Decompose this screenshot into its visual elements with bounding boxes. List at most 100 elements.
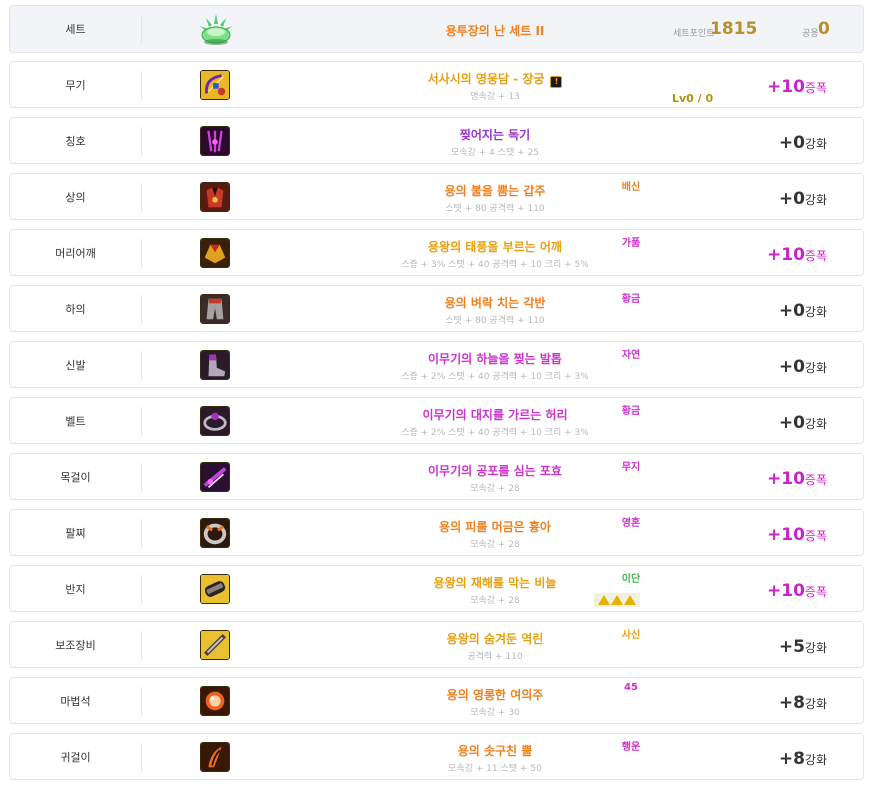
divider [141, 687, 142, 716]
enhance-value: +0강화 [778, 133, 827, 153]
equip-row-shoulder[interactable]: 머리어깨 용왕의 태풍을 부르는 어깨 스증 + 3% 스탯 + 40 공격력 … [9, 229, 864, 276]
tag-label: 가품 [621, 238, 641, 249]
belt-icon[interactable] [200, 406, 230, 436]
divider [141, 575, 142, 604]
equip-row-top[interactable]: 상의 용의 불을 뿜는 갑주 스탯 + 80 공격력 + 110 배신 +0강화 [9, 173, 864, 220]
item-stats: 모속강 + 28 [470, 540, 520, 550]
enhance-value: +8강화 [778, 693, 827, 713]
divider [141, 743, 142, 772]
warning-icon [598, 595, 610, 605]
enhance-value: +8강화 [778, 749, 827, 769]
tag-label: 45 [624, 682, 638, 693]
shoes-icon[interactable] [200, 350, 230, 380]
equip-row-shoes[interactable]: 신발 이무기의 하늘을 찢는 발톱 스증 + 2% 스탯 + 40 공격력 + … [9, 341, 864, 388]
common-label: 공용 [802, 29, 819, 39]
equip-row-title[interactable]: 칭호 찢어지는 독기 모속강 + 4 스탯 + 25 +0강화 [9, 117, 864, 164]
level-indicator: Lv0 / 0 [672, 92, 714, 105]
longbow-icon[interactable] [200, 70, 230, 100]
slot-label: 반지 [65, 582, 86, 596]
slot-label: 마법석 [60, 694, 91, 708]
divider [141, 407, 142, 436]
divider [141, 239, 142, 268]
slot-label: 하의 [65, 302, 86, 316]
divider [141, 295, 142, 324]
title-icon[interactable] [200, 126, 230, 156]
divider [141, 127, 142, 156]
set-name: 용투장의 난 세트 II [445, 24, 545, 38]
item-stats: 공격력 + 110 [467, 652, 523, 662]
slot-label: 보조장비 [55, 638, 96, 652]
enhance-value: +10증폭 [767, 77, 827, 97]
slot-label: 팔찌 [65, 526, 86, 540]
enhance-value: +10증폭 [767, 469, 827, 489]
set-slot-label: 세트 [65, 23, 86, 36]
tag-label: 배신 [621, 182, 641, 193]
slot-label: 귀걸이 [60, 750, 91, 764]
divider [141, 519, 142, 548]
item-name[interactable]: 찢어지는 독기 [310, 126, 680, 143]
armor-top-icon[interactable] [200, 182, 230, 212]
necklace-icon[interactable] [200, 462, 230, 492]
warning-badge[interactable] [594, 593, 640, 607]
slot-label: 칭호 [65, 134, 86, 148]
sub-equipment-icon[interactable] [200, 630, 230, 660]
divider [141, 351, 142, 380]
shoulder-icon[interactable] [200, 238, 230, 268]
orb-icon[interactable] [200, 686, 230, 716]
enhance-value: +0강화 [778, 301, 827, 321]
equip-row-bracelet[interactable]: 팔찌 용의 피를 머금은 흉아 모속강 + 28 영혼 +10증폭 [9, 509, 864, 556]
item-stats: 명속강 + 13 [470, 92, 520, 102]
common-value: 0 [818, 19, 830, 39]
set-emblem-icon [196, 12, 236, 48]
equip-row-ring[interactable]: 반지 용왕의 재해를 막는 비늘 모속강 + 28 이단 +10증폭 [9, 565, 864, 612]
tag-label: 황금 [621, 294, 641, 305]
set-point-value: 1815 [710, 19, 758, 39]
ring-icon[interactable] [200, 574, 230, 604]
equip-row-necklace[interactable]: 목걸이 이무기의 공포를 심는 포효 모속강 + 28 무지 +10증폭 [9, 453, 864, 500]
set-header-row: 세트 용투장의 난 세트 II 세트포인트 1815 공용 0 [9, 5, 864, 53]
item-stats: 모속강 + 30 [470, 708, 520, 718]
slot-label: 무기 [65, 78, 86, 92]
slot-label: 목걸이 [60, 470, 91, 484]
item-stats: 스탯 + 80 공격력 + 110 [445, 204, 545, 214]
divider [141, 463, 142, 492]
divider [141, 631, 142, 660]
divider [141, 15, 142, 44]
item-stats: 스증 + 2% 스탯 + 40 공격력 + 10 크리 + 3% [401, 428, 589, 438]
divider [141, 71, 142, 100]
set-point-label: 세트포인트 [673, 29, 715, 39]
tag-label: 황금 [621, 406, 641, 417]
equip-row-weapon[interactable]: 무기 서사시의 영웅담 - 장궁! 명속강 + 13 Lv0 / 0 +10증폭 [9, 61, 864, 108]
item-stats: 모속강 + 28 [470, 484, 520, 494]
slot-label: 상의 [65, 190, 86, 204]
pants-icon[interactable] [200, 294, 230, 324]
equip-row-pants[interactable]: 하의 용의 벼락 치는 각반 스탯 + 80 공격력 + 110 황금 +0강화 [9, 285, 864, 332]
equip-row-belt[interactable]: 벨트 이무기의 대지를 가르는 허리 스증 + 2% 스탯 + 40 공격력 +… [9, 397, 864, 444]
bracelet-icon[interactable] [200, 518, 230, 548]
equip-row-sub[interactable]: 보조장비 용왕의 숨겨둔 역린 공격력 + 110 사신 +5강화 [9, 621, 864, 668]
tag-label: 행운 [621, 742, 641, 753]
earring-icon[interactable] [200, 742, 230, 772]
item-name[interactable]: 서사시의 영웅담 - 장궁! [310, 70, 680, 88]
equip-row-earring[interactable]: 귀걸이 용의 솟구친 뿔 모속강 + 11 스탯 + 50 행운 +8강화 [9, 733, 864, 780]
item-stats: 스증 + 2% 스탯 + 40 공격력 + 10 크리 + 3% [401, 372, 589, 382]
slot-label: 벨트 [65, 414, 86, 428]
equip-row-magicstone[interactable]: 마법석 용의 영롱한 여의주 모속강 + 30 45 +8강화 [9, 677, 864, 724]
slot-label: 머리어깨 [55, 246, 96, 260]
enhance-value: +0강화 [778, 357, 827, 377]
alert-icon[interactable]: ! [550, 76, 563, 88]
tag-label: 이단 [621, 574, 641, 585]
item-stats: 스탯 + 80 공격력 + 110 [445, 316, 545, 326]
enhance-value: +10증폭 [767, 245, 827, 265]
warning-icon [611, 595, 623, 605]
enhance-value: +0강화 [778, 189, 827, 209]
enhance-value: +10증폭 [767, 581, 827, 601]
tag-label: 자연 [621, 350, 641, 361]
warning-icon [624, 595, 636, 605]
divider [141, 183, 142, 212]
enhance-value: +5강화 [778, 637, 827, 657]
tag-label: 무지 [621, 462, 641, 473]
item-stats: 모속강 + 11 스탯 + 50 [448, 764, 542, 774]
slot-label: 신발 [65, 358, 86, 372]
item-stats: 모속강 + 4 스탯 + 25 [451, 148, 539, 158]
